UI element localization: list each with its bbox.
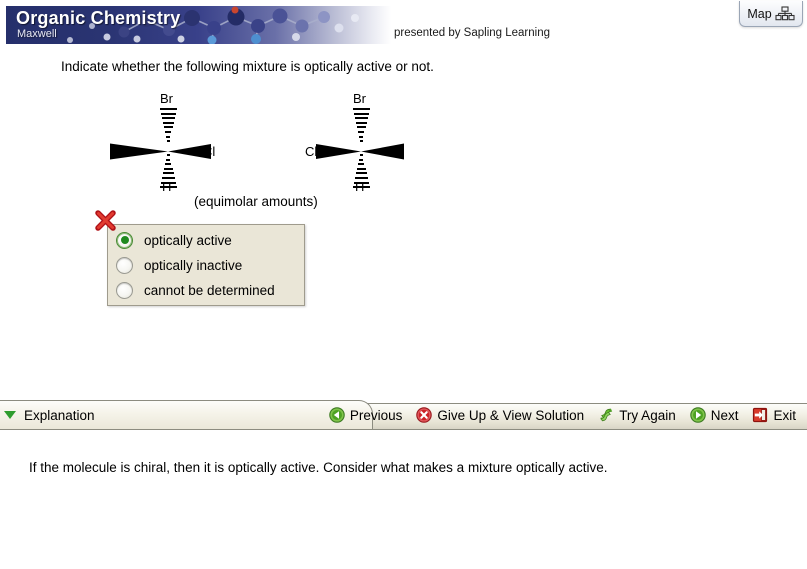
bottom-toolbar: Explanation Previous Give Up & View Solu…: [0, 396, 807, 430]
give-up-x-icon: [416, 407, 433, 423]
try-again-button[interactable]: Try Again: [591, 404, 683, 426]
atom-label-bottom-left-structure: H: [162, 179, 172, 194]
try-again-refresh-icon: [600, 408, 613, 422]
previous-button-label: Previous: [349, 407, 403, 423]
previous-arrow-icon: [329, 407, 345, 423]
question-prompt: Indicate whether the following mixture i…: [61, 59, 434, 74]
next-button[interactable]: Next: [683, 404, 746, 426]
option-cannot-be-determined[interactable]: cannot be determined: [116, 278, 275, 302]
map-button-label: Map: [747, 6, 772, 21]
explanation-tab[interactable]: Explanation: [0, 400, 373, 429]
course-title: Organic Chemistry: [16, 8, 181, 28]
option-label: optically inactive: [144, 257, 243, 273]
structure-right: Br Cl H: [305, 91, 420, 194]
course-author: Maxwell: [17, 28, 57, 40]
option-optically-inactive[interactable]: optically inactive: [116, 253, 242, 277]
exit-button[interactable]: Exit: [745, 404, 803, 426]
equimolar-caption: (equimolar amounts): [194, 194, 318, 209]
red-x-incorrect-icon: [95, 210, 116, 231]
structure-left: Br Cl H: [110, 91, 228, 194]
answer-options-panel: optically active optically inactive cann…: [107, 224, 305, 306]
try-again-button-label: Try Again: [619, 407, 676, 423]
course-banner: Organic Chemistry Maxwell: [6, 6, 391, 44]
map-button[interactable]: Map: [739, 1, 803, 27]
explanation-text: If the molecule is chiral, then it is op…: [29, 460, 608, 475]
next-button-label: Next: [710, 407, 739, 423]
give-up-view-solution-button[interactable]: Give Up & View Solution: [409, 404, 591, 426]
atom-label-top-right-structure: Br: [353, 91, 366, 106]
toolbar-button-group: Previous Give Up & View Solution Try Aga…: [322, 404, 803, 426]
atom-label-top-left-structure: Br: [160, 91, 173, 106]
exit-button-label: Exit: [773, 407, 796, 423]
page-header: Organic Chemistry Maxwell presented by S…: [0, 0, 807, 48]
atom-label-bottom-right-structure: H: [355, 179, 365, 194]
option-label: optically active: [144, 232, 232, 248]
radio-optically-inactive[interactable]: [116, 256, 133, 274]
sitemap-icon: [775, 6, 795, 21]
option-label: cannot be determined: [144, 282, 275, 298]
presented-by-label: presented by Sapling Learning: [394, 27, 551, 39]
wedge-bonds-horizontal: [316, 143, 404, 160]
radio-cannot-be-determined[interactable]: [116, 281, 133, 299]
explanation-tab-label: Explanation: [24, 407, 95, 423]
exit-door-icon: [753, 407, 768, 423]
next-arrow-icon: [689, 407, 706, 423]
radio-optically-active[interactable]: [116, 231, 133, 249]
give-up-view-solution-button-label: Give Up & View Solution: [437, 407, 585, 423]
atom-label-right-left-structure: Cl: [203, 144, 216, 159]
option-optically-active[interactable]: optically active: [116, 228, 232, 252]
previous-button[interactable]: Previous: [322, 404, 410, 426]
caret-down-icon: [4, 411, 16, 419]
